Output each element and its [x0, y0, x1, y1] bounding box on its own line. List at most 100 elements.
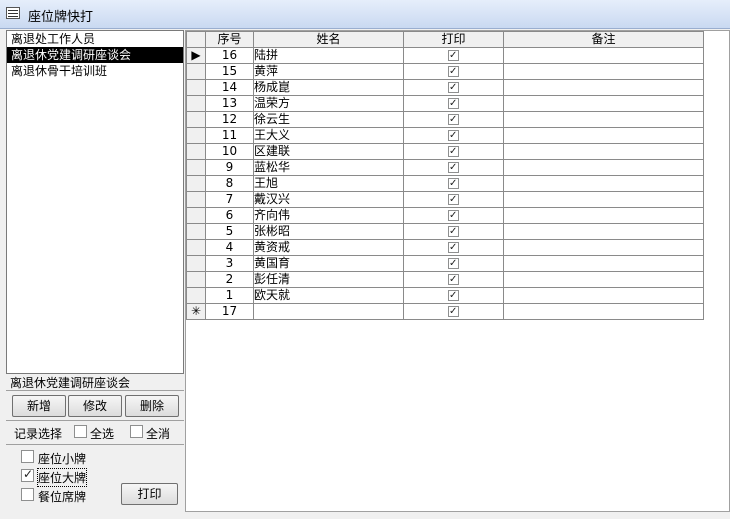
cell-no[interactable]: 12: [205, 111, 254, 128]
print-checkbox[interactable]: [448, 128, 459, 143]
cell-name[interactable]: 黄萍: [253, 63, 404, 80]
cell-name[interactable]: 黄国育: [253, 255, 404, 272]
print-checkbox[interactable]: [448, 112, 459, 127]
cell-no[interactable]: 17: [205, 303, 254, 320]
cell-no[interactable]: 4: [205, 239, 254, 256]
cell-note[interactable]: [503, 79, 704, 96]
column-header-name[interactable]: 姓名: [253, 31, 404, 48]
row-selector[interactable]: [186, 271, 206, 288]
print-checkbox[interactable]: [448, 176, 459, 191]
cell-print[interactable]: [403, 79, 504, 96]
cell-print[interactable]: [403, 111, 504, 128]
print-checkbox[interactable]: [448, 240, 459, 255]
row-selector[interactable]: [186, 143, 206, 160]
cell-name[interactable]: 黄资戒: [253, 239, 404, 256]
table-row[interactable]: 12 徐云生: [186, 111, 704, 128]
large-seat-card-label[interactable]: 座位大牌: [36, 468, 88, 487]
table-row[interactable]: 6 齐向伟: [186, 207, 704, 224]
cell-print[interactable]: [403, 287, 504, 304]
print-checkbox[interactable]: [448, 208, 459, 223]
cell-name[interactable]: 陆拼: [253, 47, 404, 64]
group-listbox[interactable]: 离退处工作人员 离退休党建调研座谈会 离退休骨干培训班: [6, 30, 184, 374]
large-seat-card-checkbox[interactable]: [21, 467, 34, 482]
select-all-label[interactable]: 全选: [90, 425, 114, 442]
row-selector[interactable]: [186, 287, 206, 304]
cell-print[interactable]: [403, 271, 504, 288]
cell-print[interactable]: [403, 207, 504, 224]
row-selector[interactable]: [186, 95, 206, 112]
print-checkbox[interactable]: [448, 288, 459, 303]
cell-no[interactable]: 9: [205, 159, 254, 176]
cell-print[interactable]: [403, 63, 504, 80]
cell-no[interactable]: 10: [205, 143, 254, 160]
cell-name[interactable]: 杨成崑: [253, 79, 404, 96]
small-seat-card-checkbox[interactable]: [21, 450, 34, 463]
row-selector[interactable]: [186, 223, 206, 240]
cell-print[interactable]: [403, 143, 504, 160]
delete-button[interactable]: 删除: [125, 395, 179, 417]
cell-name[interactable]: 张彬昭: [253, 223, 404, 240]
cell-no[interactable]: 15: [205, 63, 254, 80]
edit-button[interactable]: 修改: [68, 395, 122, 417]
row-selector[interactable]: [186, 207, 206, 224]
cell-name[interactable]: 彭任清: [253, 271, 404, 288]
cell-print[interactable]: [403, 127, 504, 144]
print-checkbox[interactable]: [448, 304, 459, 319]
dinner-place-card-checkbox[interactable]: [21, 488, 34, 501]
cell-note[interactable]: [503, 47, 704, 64]
group-list-item[interactable]: 离退休骨干培训班: [7, 63, 183, 79]
cell-note[interactable]: [503, 223, 704, 240]
cell-name[interactable]: 齐向伟: [253, 207, 404, 224]
cell-note[interactable]: [503, 255, 704, 272]
cell-name[interactable]: 王旭: [253, 175, 404, 192]
table-row[interactable]: 4 黄资戒: [186, 239, 704, 256]
clear-all-checkbox[interactable]: [130, 425, 143, 438]
cell-no[interactable]: 11: [205, 127, 254, 144]
row-selector[interactable]: [186, 111, 206, 128]
column-header-no[interactable]: 序号: [205, 31, 254, 48]
cell-print[interactable]: [403, 303, 504, 320]
clear-all-label[interactable]: 全消: [146, 425, 170, 442]
cell-print[interactable]: [403, 175, 504, 192]
table-row[interactable]: 15 黄萍: [186, 63, 704, 80]
cell-no[interactable]: 1: [205, 287, 254, 304]
print-checkbox[interactable]: [448, 48, 459, 63]
cell-no[interactable]: 6: [205, 207, 254, 224]
cell-note[interactable]: [503, 287, 704, 304]
cell-name[interactable]: 王大义: [253, 127, 404, 144]
row-selector[interactable]: [186, 191, 206, 208]
cell-no[interactable]: 3: [205, 255, 254, 272]
new-record-row[interactable]: ✳ 17: [186, 303, 704, 320]
table-row[interactable]: 11 王大义: [186, 127, 704, 144]
row-selector[interactable]: [186, 63, 206, 80]
table-row[interactable]: 14 杨成崑: [186, 79, 704, 96]
cell-note[interactable]: [503, 207, 704, 224]
group-list-item[interactable]: 离退处工作人员: [7, 31, 183, 47]
cell-note[interactable]: [503, 271, 704, 288]
cell-print[interactable]: [403, 95, 504, 112]
cell-name[interactable]: 温荣方: [253, 95, 404, 112]
cell-name[interactable]: 徐云生: [253, 111, 404, 128]
new-row-selector[interactable]: ✳: [186, 303, 206, 320]
select-all-checkbox[interactable]: [74, 425, 87, 438]
group-list-item[interactable]: 离退休党建调研座谈会: [7, 47, 183, 63]
print-checkbox[interactable]: [448, 272, 459, 287]
cell-print[interactable]: [403, 47, 504, 64]
print-checkbox[interactable]: [448, 64, 459, 79]
print-checkbox[interactable]: [448, 224, 459, 239]
row-selector[interactable]: [186, 79, 206, 96]
cell-print[interactable]: [403, 191, 504, 208]
cell-note[interactable]: [503, 175, 704, 192]
cell-name[interactable]: 戴汉兴: [253, 191, 404, 208]
cell-note[interactable]: [503, 239, 704, 256]
cell-print[interactable]: [403, 223, 504, 240]
table-row[interactable]: 8 王旭: [186, 175, 704, 192]
person-datasheet[interactable]: 序号 姓名 打印 备注 ▶16陆拼15黄萍14杨成崑13温荣方12徐云生11王大…: [185, 30, 730, 512]
print-checkbox[interactable]: [448, 160, 459, 175]
print-checkbox[interactable]: [448, 256, 459, 271]
table-row[interactable]: 9 蓝松华: [186, 159, 704, 176]
row-selector[interactable]: ▶: [186, 47, 206, 64]
print-checkbox[interactable]: [448, 192, 459, 207]
row-selector[interactable]: [186, 255, 206, 272]
cell-note[interactable]: [503, 143, 704, 160]
